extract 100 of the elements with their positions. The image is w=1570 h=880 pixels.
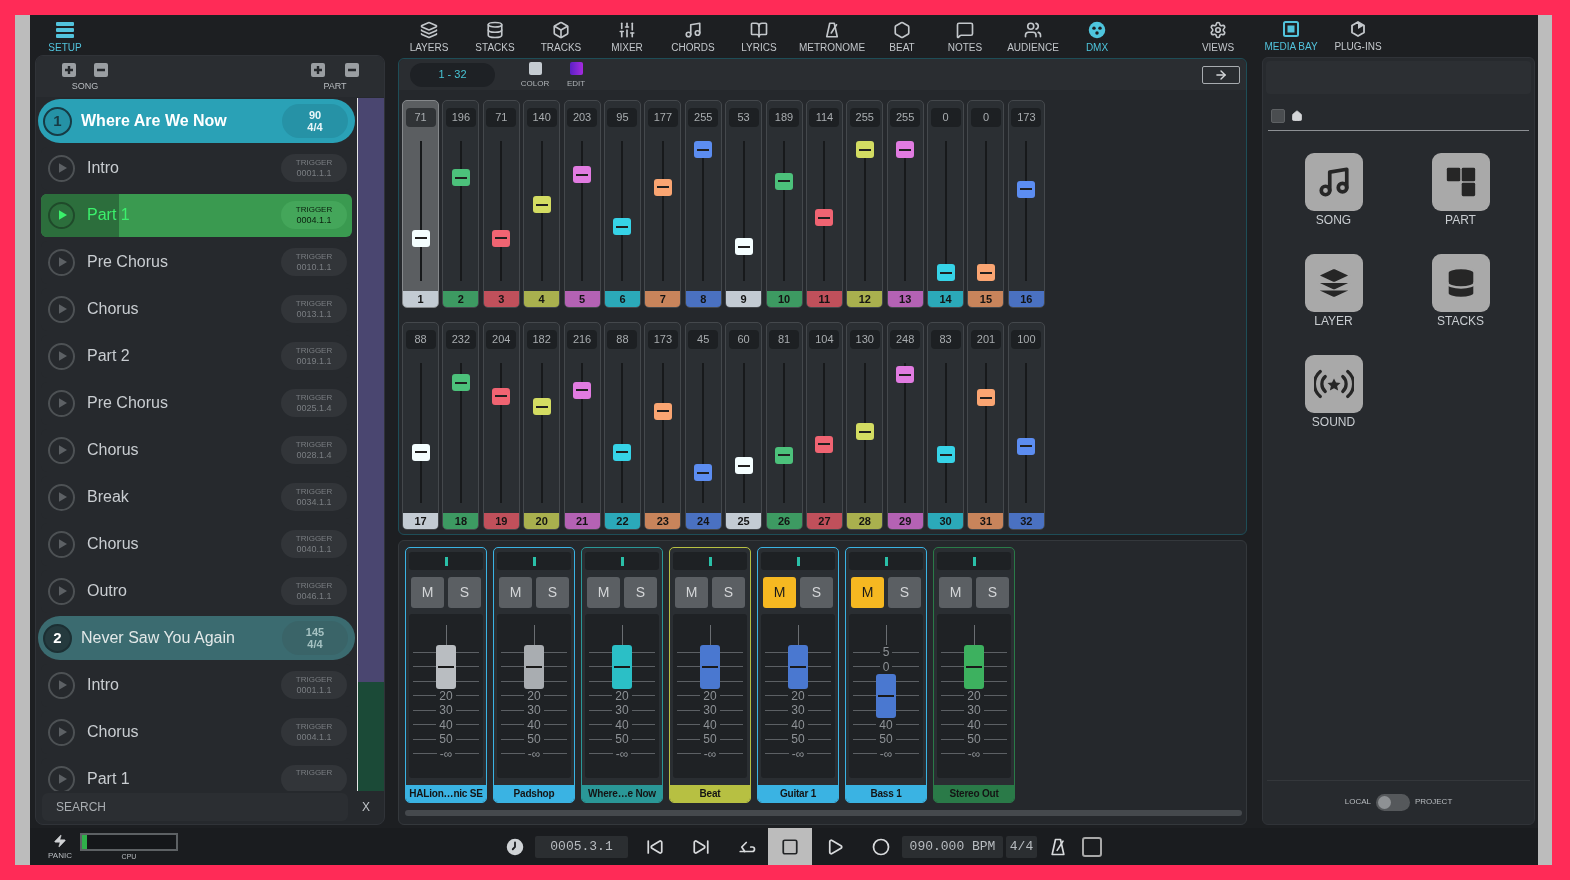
dmx-channel[interactable]: 204 19: [482, 322, 520, 530]
fader-track[interactable]: [451, 141, 470, 281]
fader-track[interactable]: [734, 363, 753, 503]
dmx-channel[interactable]: 88 17: [402, 322, 439, 530]
fader-thumb[interactable]: [734, 457, 753, 475]
fader-thumb[interactable]: [976, 264, 995, 281]
checkbox[interactable]: [1082, 836, 1102, 857]
fader-thumb[interactable]: [936, 264, 955, 281]
fader-track[interactable]: 20 30 40 50 -∞: [937, 614, 1011, 778]
fader-thumb[interactable]: [411, 443, 430, 461]
dmx-channel[interactable]: 173 16: [1007, 100, 1045, 308]
dmx-channel[interactable]: 173 23: [644, 322, 682, 530]
mute-button[interactable]: M: [499, 577, 532, 608]
mute-button[interactable]: M: [939, 577, 972, 608]
mute-button[interactable]: M: [763, 577, 796, 608]
mute-button[interactable]: M: [587, 577, 620, 608]
fader-thumb[interactable]: [964, 645, 984, 689]
dmx-channel[interactable]: 71 3: [482, 100, 520, 308]
toolbar-tab[interactable]: CHORDS: [660, 21, 726, 57]
media-bay-item[interactable]: LAYER: [1270, 254, 1397, 328]
fader-thumb[interactable]: [694, 464, 713, 482]
fader-track[interactable]: 20 30 40 50 -∞: [585, 614, 659, 778]
dmx-channel[interactable]: 196 2: [442, 100, 480, 308]
dmx-channel[interactable]: 104 27: [805, 322, 843, 530]
fader-track[interactable]: [815, 141, 834, 281]
fader-track[interactable]: [532, 141, 551, 281]
fader-track[interactable]: [855, 363, 874, 503]
dmx-channel[interactable]: 0 14: [927, 100, 965, 308]
dmx-channel[interactable]: 130 28: [846, 322, 884, 530]
fader-track[interactable]: [653, 363, 672, 503]
fader-thumb[interactable]: [1017, 180, 1036, 198]
dmx-channel[interactable]: 100 32: [1007, 322, 1045, 530]
mute-button[interactable]: M: [411, 577, 444, 608]
toolbar-tab[interactable]: STACKS: [462, 21, 528, 57]
home-icon[interactable]: [1291, 110, 1303, 122]
solo-button[interactable]: S: [448, 577, 481, 608]
fader-thumb[interactable]: [815, 435, 834, 453]
song-row[interactable]: 2 Never Saw You Again 145 4/4: [38, 616, 355, 660]
fader-track[interactable]: [896, 363, 915, 503]
clear-button[interactable]: X: [362, 798, 370, 817]
scrollbar[interactable]: [405, 810, 1242, 816]
fader-thumb[interactable]: [876, 674, 896, 718]
fader-track[interactable]: [613, 141, 632, 281]
toolbar-tab[interactable]: METRONOME: [792, 21, 872, 57]
fader-thumb[interactable]: [532, 398, 551, 416]
fader-track[interactable]: [734, 141, 753, 281]
toolbar-tab[interactable]: AUDIENCE: [998, 21, 1068, 57]
toolbar-tab[interactable]: VIEWS: [1188, 21, 1248, 57]
fader-thumb[interactable]: [492, 387, 511, 405]
part-row[interactable]: Part 1 TRIGGER 0004.1.1: [41, 193, 352, 237]
fader-thumb[interactable]: [613, 218, 632, 236]
dmx-channel[interactable]: 255 13: [886, 100, 924, 308]
fader-thumb[interactable]: [653, 402, 672, 420]
fader-thumb[interactable]: [788, 645, 808, 689]
fader-track[interactable]: 20 30 40 50 -∞: [409, 614, 483, 778]
fader-track[interactable]: [976, 363, 995, 503]
fader-track[interactable]: [1017, 141, 1036, 281]
fader-thumb[interactable]: [775, 172, 793, 190]
dmx-channel[interactable]: 95 6: [603, 100, 641, 308]
dmx-channel[interactable]: 203 5: [563, 100, 601, 308]
dmx-channel[interactable]: 45 24: [684, 322, 722, 530]
dmx-channel[interactable]: 189 10: [765, 100, 803, 308]
fader-track[interactable]: [573, 141, 592, 281]
solo-button[interactable]: S: [536, 577, 569, 608]
solo-button[interactable]: S: [976, 577, 1009, 608]
fader-track[interactable]: [573, 363, 592, 503]
dmx-channel[interactable]: 60 25: [725, 322, 763, 530]
setup-button[interactable]: SETUP: [45, 22, 85, 54]
dmx-channel[interactable]: 53 9: [725, 100, 763, 308]
toolbar-tab[interactable]: BEAT: [872, 21, 932, 57]
fader-track[interactable]: [896, 141, 915, 281]
dmx-channel[interactable]: 255 12: [846, 100, 884, 308]
fader-thumb[interactable]: [815, 209, 834, 226]
fader-thumb[interactable]: [573, 166, 592, 184]
dmx-channel[interactable]: 140 4: [523, 100, 561, 308]
fader-thumb[interactable]: [896, 366, 915, 384]
dmx-channel[interactable]: 216 21: [563, 322, 601, 530]
fader-thumb[interactable]: [451, 169, 470, 187]
metronome-icon[interactable]: [1048, 836, 1068, 857]
stop-button[interactable]: [768, 828, 812, 865]
fader-thumb[interactable]: [492, 229, 511, 247]
toolbar-tab[interactable]: LYRICS: [726, 21, 792, 57]
search-field[interactable]: SEARCH: [42, 793, 348, 822]
fader-track[interactable]: [694, 363, 713, 503]
fader-thumb[interactable]: [855, 423, 874, 441]
panic-button[interactable]: PANIC: [45, 833, 75, 860]
fader-thumb[interactable]: [976, 389, 995, 407]
fader-thumb[interactable]: [734, 238, 753, 256]
dmx-channel[interactable]: 201 31: [967, 322, 1005, 530]
fader-track[interactable]: [492, 363, 511, 503]
dmx-channel[interactable]: 0 15: [967, 100, 1005, 308]
minus-icon[interactable]: [345, 63, 359, 77]
next-page-button[interactable]: [1202, 65, 1240, 84]
fader-thumb[interactable]: [613, 443, 632, 461]
dmx-channel[interactable]: 81 26: [765, 322, 803, 530]
plus-icon[interactable]: [311, 63, 325, 77]
fader-thumb[interactable]: [436, 645, 456, 689]
fader-track[interactable]: [532, 363, 551, 503]
media-bay-item[interactable]: PART: [1397, 153, 1524, 227]
minus-icon[interactable]: [94, 63, 108, 77]
